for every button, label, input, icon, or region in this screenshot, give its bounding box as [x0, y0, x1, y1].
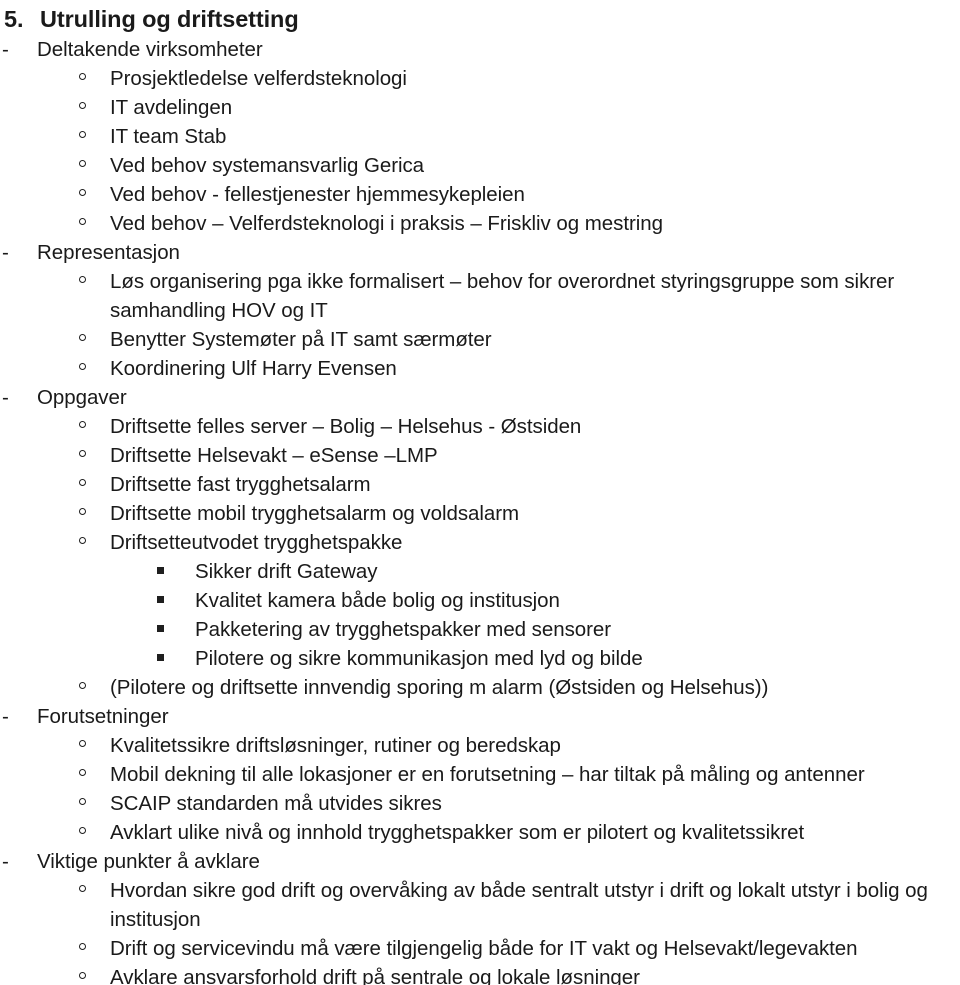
outline-item-level-3: Pilotere og sikre kommunikasjon med lyd …	[0, 644, 960, 673]
square-bullet-icon	[0, 644, 195, 673]
circle-bullet-icon	[0, 876, 110, 905]
outline-item-level-3: Sikker drift Gateway	[0, 557, 960, 586]
outline-item-level-2: Mobil dekning til alle lokasjoner er en …	[0, 760, 960, 789]
outline-item-label: Kvalitet kamera både bolig og institusjo…	[195, 589, 560, 612]
outline-item-label: SCAIP standarden må utvides sikres	[110, 792, 442, 815]
circle-bullet-icon	[0, 673, 110, 702]
outline-item-level-2: (Pilotere og driftsette innvendig sporin…	[0, 673, 960, 702]
outline-item-label: Sikker drift Gateway	[195, 560, 378, 583]
outline-item-level-2: Driftsetteutvodet trygghetspakke	[0, 528, 960, 557]
document-page: 5. Utrulling og driftsetting - Deltakende…	[0, 0, 960, 985]
outline-item-level-2: Benytter Systemøter på IT samt særmøter	[0, 325, 960, 354]
outline-item-label: (Pilotere og driftsette innvendig sporin…	[110, 676, 769, 699]
circle-bullet-icon	[0, 354, 110, 383]
outline-item-label: Ved behov - fellestjenester hjemmesykepl…	[110, 183, 525, 206]
outline-item-level-2: Driftsette felles server – Bolig – Helse…	[0, 412, 960, 441]
outline-item-level-2: IT avdelingen	[0, 93, 960, 122]
outline-item-label: Driftsetteutvodet trygghetspakke	[110, 531, 403, 554]
outline-item-level-1: - Representasjon	[0, 238, 960, 267]
outline-item-level-2: Løs organisering pga ikke formalisert – …	[0, 267, 960, 325]
square-bullet-icon	[0, 615, 195, 644]
outline-item-label: Driftsette felles server – Bolig – Helse…	[110, 415, 582, 438]
dash-bullet-icon: -	[2, 386, 9, 409]
outline-item-label: Representasjon	[37, 241, 180, 264]
outline-item-level-2: IT team Stab	[0, 122, 960, 151]
outline-item-level-2: Ved behov - fellestjenester hjemmesykepl…	[0, 180, 960, 209]
circle-bullet-icon	[0, 209, 110, 238]
circle-bullet-icon	[0, 760, 110, 789]
outline-item-level-1: - Oppgaver	[0, 383, 960, 412]
page-heading: 5. Utrulling og driftsetting	[0, 4, 960, 34]
circle-bullet-icon	[0, 64, 110, 93]
outline-item-level-2: Hvordan sikre god drift og overvåking av…	[0, 876, 960, 934]
square-bullet-icon	[0, 557, 195, 586]
outline-item-level-1: - Deltakende virksomheter	[0, 35, 960, 64]
outline-item-label: Kvalitetssikre driftsløsninger, rutiner …	[110, 734, 561, 757]
dash-bullet-icon: -	[2, 38, 9, 61]
outline-item-label: Ved behov systemansvarlig Gerica	[110, 154, 425, 177]
outline-item-label: Mobil dekning til alle lokasjoner er en …	[110, 763, 865, 786]
outline-item-level-2: Driftsette mobil trygghetsalarm og volds…	[0, 499, 960, 528]
outline-item-label: Pilotere og sikre kommunikasjon med lyd …	[195, 647, 643, 670]
outline-item-level-1: - Viktige punkter å avklare	[0, 847, 960, 876]
circle-bullet-icon	[0, 934, 110, 963]
outline-item-level-2: SCAIP standarden må utvides sikres	[0, 789, 960, 818]
outline-list: - Deltakende virksomheter Prosjektledelse …	[0, 35, 960, 985]
dash-bullet-icon: -	[2, 705, 9, 728]
outline-item-level-2: Ved behov – Velferdsteknologi i praksis …	[0, 209, 960, 238]
outline-item-level-2: Driftsette fast trygghetsalarm	[0, 470, 960, 499]
circle-bullet-icon	[0, 789, 110, 818]
outline-item-level-2: Ved behov systemansvarlig Gerica	[0, 151, 960, 180]
outline-item-level-2: Prosjektledelse velferdsteknologi	[0, 64, 960, 93]
square-bullet-icon	[0, 586, 195, 615]
outline-item-label: Drift og servicevindu må være tilgjengel…	[110, 937, 858, 960]
page-title: Utrulling og driftsetting	[40, 6, 299, 32]
outline-item-label: Løs organisering pga ikke formalisert – …	[110, 270, 895, 322]
circle-bullet-icon	[0, 528, 110, 557]
outline-item-label: Oppgaver	[37, 386, 127, 409]
outline-item-level-2: Avklare ansvarsforhold drift på sentrale…	[0, 963, 960, 985]
outline-item-label: Driftsette fast trygghetsalarm	[110, 473, 371, 496]
outline-item-level-3: Pakketering av trygghetspakker med senso…	[0, 615, 960, 644]
outline-item-label: Forutsetninger	[37, 705, 169, 728]
outline-item-level-2: Driftsette Helsevakt – eSense –LMP	[0, 441, 960, 470]
circle-bullet-icon	[0, 499, 110, 528]
circle-bullet-icon	[0, 412, 110, 441]
outline-item-level-2: Avklart ulike nivå og innhold trygghetsp…	[0, 818, 960, 847]
circle-bullet-icon	[0, 325, 110, 354]
outline-item-level-3: Kvalitet kamera både bolig og institusjo…	[0, 586, 960, 615]
outline-item-level-2: Koordinering Ulf Harry Evensen	[0, 354, 960, 383]
outline-item-label: Benytter Systemøter på IT samt særmøter	[110, 328, 492, 351]
circle-bullet-icon	[0, 818, 110, 847]
outline-item-label: IT team Stab	[110, 125, 227, 148]
outline-item-label: IT avdelingen	[110, 96, 233, 119]
circle-bullet-icon	[0, 151, 110, 180]
outline-item-label: Ved behov – Velferdsteknologi i praksis …	[110, 212, 663, 235]
outline-item-label: Driftsette mobil trygghetsalarm og volds…	[110, 502, 520, 525]
outline-item-level-2: Drift og servicevindu må være tilgjengel…	[0, 934, 960, 963]
dash-bullet-icon: -	[2, 241, 9, 264]
outline-item-label: Viktige punkter å avklare	[37, 850, 260, 873]
outline-item-label: Driftsette Helsevakt – eSense –LMP	[110, 444, 438, 467]
circle-bullet-icon	[0, 441, 110, 470]
circle-bullet-icon	[0, 963, 110, 985]
outline-item-label: Prosjektledelse velferdsteknologi	[110, 67, 407, 90]
outline-item-label: Avklare ansvarsforhold drift på sentrale…	[110, 966, 640, 985]
outline-item-label: Pakketering av trygghetspakker med senso…	[195, 618, 612, 641]
outline-item-label: Koordinering Ulf Harry Evensen	[110, 357, 397, 380]
outline-item-label: Hvordan sikre god drift og overvåking av…	[110, 879, 928, 931]
outline-item-level-2: Kvalitetssikre driftsløsninger, rutiner …	[0, 731, 960, 760]
circle-bullet-icon	[0, 122, 110, 151]
circle-bullet-icon	[0, 731, 110, 760]
dash-bullet-icon: -	[2, 850, 9, 873]
circle-bullet-icon	[0, 267, 110, 296]
circle-bullet-icon	[0, 470, 110, 499]
circle-bullet-icon	[0, 93, 110, 122]
outline-item-label: Avklart ulike nivå og innhold trygghetsp…	[110, 821, 805, 844]
outline-item-level-1: - Forutsetninger	[0, 702, 960, 731]
circle-bullet-icon	[0, 180, 110, 209]
heading-number: 5.	[4, 6, 24, 32]
outline-item-label: Deltakende virksomheter	[37, 38, 263, 61]
